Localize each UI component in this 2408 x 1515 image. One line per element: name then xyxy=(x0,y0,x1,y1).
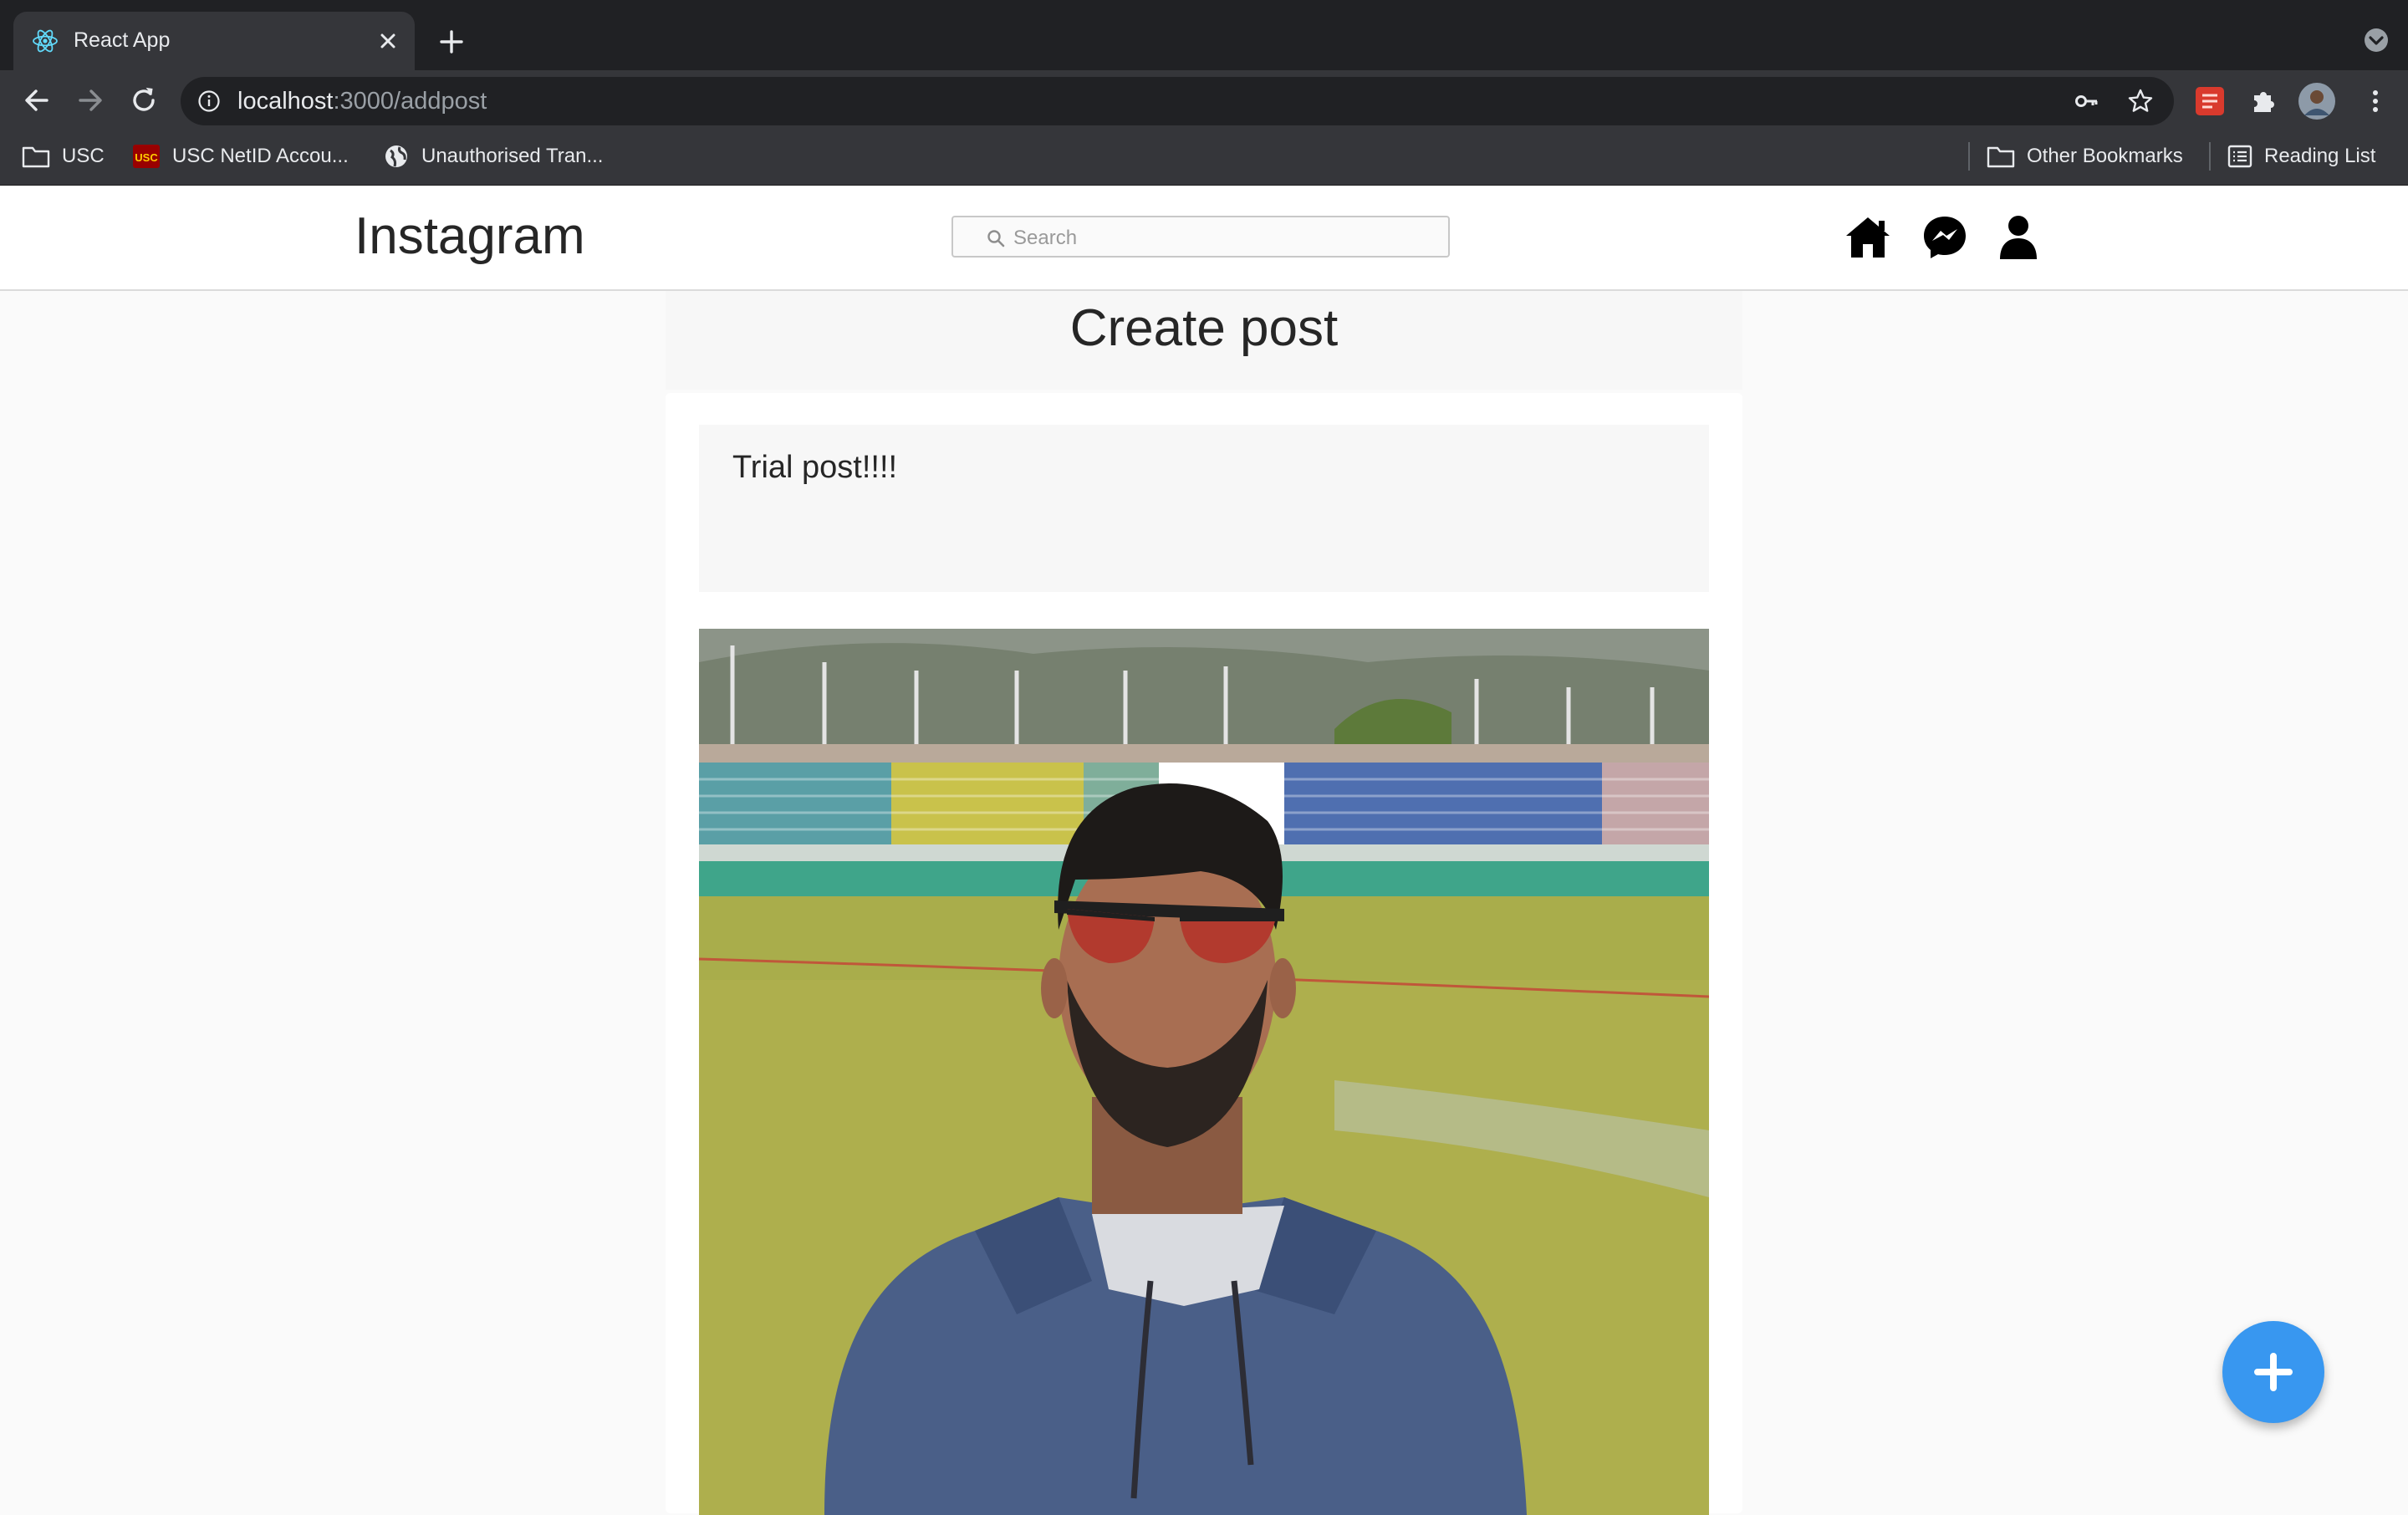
post-image-preview[interactable] xyxy=(699,629,1709,1515)
tab-search-icon[interactable] xyxy=(2361,25,2391,55)
post-photo xyxy=(699,629,1709,1515)
extension-red-icon[interactable] xyxy=(2194,85,2226,117)
browser-toolbar: localhost:3000/addpost xyxy=(0,70,2408,130)
browser-tab[interactable]: React App xyxy=(13,12,415,70)
bookmark-other[interactable]: Other Bookmarks xyxy=(1987,142,2183,171)
messenger-icon[interactable] xyxy=(1920,212,1970,263)
create-post-card: Trial post!!!! xyxy=(666,393,1742,1515)
add-post-fab[interactable] xyxy=(2222,1321,2324,1423)
bookmark-label: Other Bookmarks xyxy=(2027,145,2183,167)
browser-menu-icon[interactable] xyxy=(2360,85,2391,117)
bookmark-separator xyxy=(1968,142,1970,171)
page-title-container: Create post xyxy=(666,291,1742,390)
url-path: :3000/addpost xyxy=(333,88,487,115)
url-text[interactable]: localhost:3000/addpost xyxy=(237,87,487,115)
app-header: Instagram xyxy=(0,186,2408,291)
extensions-puzzle-icon[interactable] xyxy=(2247,85,2279,117)
tab-title: React App xyxy=(74,28,171,52)
bookmark-reading-list[interactable]: Reading List xyxy=(2227,142,2375,171)
search-input[interactable] xyxy=(1012,224,1433,252)
reading-list-icon xyxy=(2227,145,2252,168)
bookmark-label: USC NetID Accou... xyxy=(172,145,349,167)
globe-icon xyxy=(385,145,407,167)
address-bar[interactable]: localhost:3000/addpost xyxy=(181,77,2174,125)
search-box[interactable] xyxy=(951,216,1450,258)
caption-input[interactable]: Trial post!!!! xyxy=(699,425,1709,592)
usc-logo-icon: USC xyxy=(133,145,160,168)
site-info-icon[interactable] xyxy=(197,89,221,113)
key-icon[interactable] xyxy=(2074,88,2100,115)
close-tab-icon[interactable] xyxy=(373,26,403,56)
folder-icon xyxy=(1987,146,2015,168)
reload-icon[interactable] xyxy=(127,84,161,117)
home-icon[interactable] xyxy=(1843,212,1893,263)
back-arrow-icon[interactable] xyxy=(20,84,54,117)
react-favicon-icon xyxy=(33,29,58,53)
url-host: localhost xyxy=(237,88,334,115)
forward-arrow-icon[interactable] xyxy=(74,84,107,117)
bookmark-label: USC xyxy=(62,145,105,167)
svg-text:USC: USC xyxy=(135,151,158,164)
bookmark-usc[interactable]: USC xyxy=(22,142,105,171)
bookmark-unauthorised[interactable]: Unauthorised Tran... xyxy=(383,142,603,171)
search-icon xyxy=(987,230,1005,247)
bookmark-usc-netid[interactable]: USC USC NetID Accou... xyxy=(132,142,349,171)
new-tab-icon[interactable] xyxy=(433,23,470,60)
app-logo[interactable]: Instagram xyxy=(355,206,585,268)
bookmark-label: Unauthorised Tran... xyxy=(421,145,604,167)
plus-icon xyxy=(2254,1353,2293,1391)
profile-avatar-icon[interactable] xyxy=(2298,82,2336,120)
bookmark-label: Reading List xyxy=(2264,145,2376,167)
folder-icon xyxy=(22,146,50,168)
profile-icon[interactable] xyxy=(1993,212,2043,263)
bookmark-star-icon[interactable] xyxy=(2127,88,2154,115)
page-title: Create post xyxy=(1069,299,1339,357)
bookmark-separator xyxy=(2209,142,2211,171)
browser-tab-strip: React App xyxy=(0,0,2408,70)
bookmarks-bar: USC USC USC NetID Accou... Unauthorised … xyxy=(0,130,2408,186)
